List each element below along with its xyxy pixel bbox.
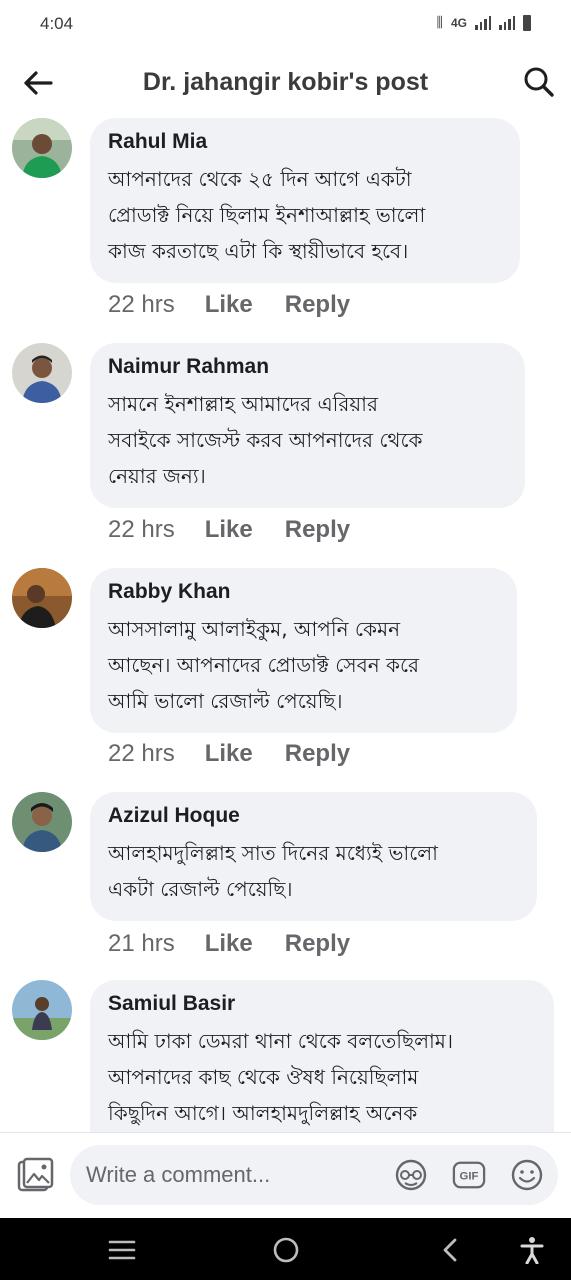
comment-actions: 22 hrs Like Reply: [108, 291, 382, 319]
comments-list[interactable]: Rahul Mia আপনাদের থেকে ২৫ দিন আগে একটা প…: [0, 118, 571, 1132]
status-icons: ⫼ 4G: [437, 14, 531, 31]
photo-icon[interactable]: [14, 1155, 56, 1197]
comment-line: আলহামদুলিল্লাহ সাত দিনের মধ্যেই ভালো: [108, 841, 438, 865]
comment-author[interactable]: Azizul Hoque: [108, 804, 519, 828]
nav-back-icon[interactable]: [430, 1230, 470, 1270]
comment-line: নেয়ার জন্য।: [108, 464, 206, 488]
like-button[interactable]: Like: [205, 740, 253, 768]
comment-line: সামনে ইনশাল্লাহ আমাদের এরিয়ার: [108, 392, 378, 416]
vibrate-icon: ⫼: [436, 14, 443, 30]
comment-line: একটা রেজাল্ট পেয়েছি।: [108, 877, 293, 901]
comment-author[interactable]: Samiul Basir: [108, 992, 536, 1016]
like-button[interactable]: Like: [205, 930, 253, 958]
comment-line: আমি ঢাকা ডেমরা থানা থেকে বলতেছিলাম।: [108, 1029, 454, 1053]
reply-button[interactable]: Reply: [285, 291, 350, 319]
emoji-icon[interactable]: [510, 1158, 544, 1192]
gif-label: GIF: [460, 1171, 479, 1183]
accessibility-icon[interactable]: [512, 1230, 552, 1270]
comment-line: আমি ভালো রেজাল্ট পেয়েছি।: [108, 689, 343, 713]
search-icon[interactable]: [521, 64, 557, 100]
comment-time[interactable]: 22 hrs: [108, 291, 175, 319]
gif-icon[interactable]: GIF: [452, 1158, 486, 1192]
comment-line: আপনাদের থেকে ২৫ দিন আগে একটা: [108, 167, 412, 191]
comment-bubble[interactable]: Naimur Rahman সামনে ইনশাল্লাহ আমাদের এরি…: [90, 343, 525, 508]
avatar[interactable]: [12, 118, 72, 178]
comment-input[interactable]: [86, 1159, 386, 1191]
reply-button[interactable]: Reply: [285, 930, 350, 958]
menu-icon[interactable]: [102, 1230, 142, 1270]
avatar[interactable]: [12, 792, 72, 852]
comment-line: সবাইকে সাজেস্ট করব আপনাদের থেকে: [108, 428, 423, 452]
avatar[interactable]: [12, 980, 72, 1040]
system-nav-bar: [0, 1218, 571, 1280]
avatar-icon[interactable]: [394, 1158, 428, 1192]
like-button[interactable]: Like: [205, 516, 253, 544]
comment-author[interactable]: Naimur Rahman: [108, 355, 507, 379]
comment-author[interactable]: Rahul Mia: [108, 130, 502, 154]
comment-line: প্রোডাক্ট নিয়ে ছিলাম ইনশাআল্লাহ ভালো: [108, 203, 426, 227]
signal-icon-2: [499, 15, 515, 30]
comment-actions: 21 hrs Like Reply: [108, 930, 382, 958]
comment-line: কিছুদিন আগে। আলহামদুলিল্লাহ অনেক: [108, 1101, 418, 1125]
network-type: 4G: [450, 15, 467, 30]
comment-text: আপনাদের থেকে ২৫ দিন আগে একটা প্রোডাক্ট ন…: [108, 161, 502, 269]
comment-time[interactable]: 22 hrs: [108, 516, 175, 544]
avatar[interactable]: [12, 343, 72, 403]
reply-button[interactable]: Reply: [285, 740, 350, 768]
comment-text: আমি ঢাকা ডেমরা থানা থেকে বলতেছিলাম। আপনা…: [108, 1023, 536, 1131]
like-button[interactable]: Like: [205, 291, 253, 319]
comment-author[interactable]: Rabby Khan: [108, 580, 499, 604]
comment-actions: 22 hrs Like Reply: [108, 740, 382, 768]
comment-actions: 22 hrs Like Reply: [108, 516, 382, 544]
comment-line: আপনাদের কাছ থেকে ঔষধ নিয়েছিলাম: [108, 1065, 419, 1089]
signal-icon: [475, 15, 491, 30]
comment-bubble[interactable]: Rabby Khan আসসালামু আলাইকুম, আপনি কেমন আ…: [90, 568, 517, 733]
post-header: Dr. jahangir kobir's post: [0, 48, 571, 118]
comment-time[interactable]: 21 hrs: [108, 930, 175, 958]
status-time: 4:04: [40, 14, 74, 33]
comment-text: আলহামদুলিল্লাহ সাত দিনের মধ্যেই ভালো একট…: [108, 835, 519, 907]
comment-time[interactable]: 22 hrs: [108, 740, 175, 768]
status-bar: 4:04 ⫼ 4G: [0, 0, 571, 48]
comment-bubble[interactable]: Azizul Hoque আলহামদুলিল্লাহ সাত দিনের মধ…: [90, 792, 537, 921]
comment-line: আছেন। আপনাদের প্রোডাক্ট সেবন করে: [108, 653, 420, 677]
page-title: Dr. jahangir kobir's post: [142, 68, 429, 96]
comment-line: আসসালামু আলাইকুম, আপনি কেমন: [108, 617, 401, 641]
comment-bubble[interactable]: Samiul Basir আমি ঢাকা ডেমরা থানা থেকে বল…: [90, 980, 554, 1132]
comment-line: কাজ করতাছে এটা কি স্থায়ীভাবে হবে।: [108, 239, 409, 263]
comment-composer: GIF: [0, 1132, 571, 1218]
reply-button[interactable]: Reply: [285, 516, 350, 544]
comment-input-pill: GIF: [70, 1145, 558, 1205]
home-icon[interactable]: [266, 1230, 306, 1270]
comment-text: আসসালামু আলাইকুম, আপনি কেমন আছেন। আপনাদে…: [108, 611, 499, 719]
avatar[interactable]: [12, 568, 72, 628]
comment-bubble[interactable]: Rahul Mia আপনাদের থেকে ২৫ দিন আগে একটা প…: [90, 118, 520, 283]
comment-text: সামনে ইনশাল্লাহ আমাদের এরিয়ার সবাইকে সা…: [108, 386, 507, 494]
battery-icon: [523, 14, 531, 31]
